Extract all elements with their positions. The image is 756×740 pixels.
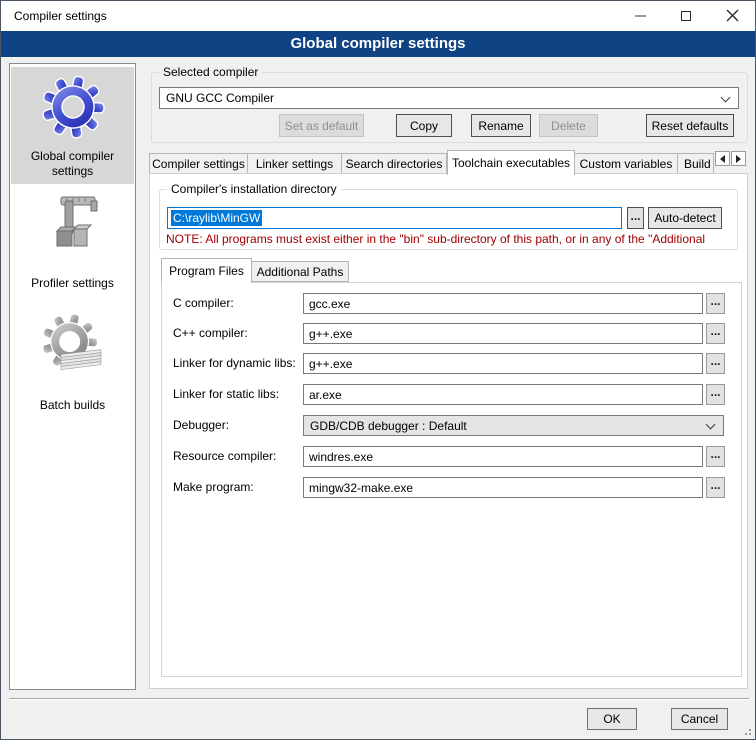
delete-button[interactable]: Delete — [539, 114, 598, 137]
install-dir-browse-button[interactable]: ... — [627, 207, 644, 229]
resource-compiler-value: windres.exe — [309, 450, 373, 464]
make-program-value: mingw32-make.exe — [309, 481, 413, 495]
copy-button[interactable]: Copy — [396, 114, 452, 137]
tab-scroll-left-button[interactable] — [715, 151, 730, 166]
gray-gear-stack-icon — [41, 313, 105, 377]
sidebar-item-profiler-settings[interactable]: Profiler settings — [10, 276, 135, 291]
selected-compiler-group-label: Selected compiler — [159, 65, 262, 79]
maximize-icon — [681, 11, 691, 21]
c-compiler-input[interactable]: gcc.exe — [303, 293, 703, 314]
linker-static-browse-button[interactable]: ... — [706, 384, 725, 405]
maximize-button[interactable] — [663, 1, 709, 30]
c-compiler-label: C compiler: — [173, 296, 234, 310]
tab-toolchain-executables[interactable]: Toolchain executables — [447, 150, 575, 175]
tab-compiler-settings[interactable]: Compiler settings — [149, 153, 248, 174]
bin-subdirectory-note: NOTE: All programs must exist either in … — [166, 232, 742, 246]
installation-directory-group-label: Compiler's installation directory — [167, 182, 341, 196]
tab-build-options[interactable]: Build options — [678, 153, 714, 174]
compiler-select[interactable]: GNU GCC Compiler — [159, 87, 739, 109]
c-compiler-browse-button[interactable]: ... — [706, 293, 725, 314]
linker-dynamic-value: g++.exe — [309, 357, 352, 371]
settings-tabstrip: Compiler settings Linker settings Search… — [149, 151, 746, 174]
linker-static-input[interactable]: ar.exe — [303, 384, 703, 405]
install-dir-input[interactable]: C:\raylib\MinGW — [167, 207, 622, 229]
subtab-program-files[interactable]: Program Files — [161, 258, 252, 283]
compiler-settings-dialog: Compiler settings Global compiler settin… — [0, 0, 756, 740]
debugger-select-value: GDB/CDB debugger : Default — [310, 419, 467, 433]
page-title: Global compiler settings — [1, 31, 755, 57]
cpp-compiler-browse-button[interactable]: ... — [706, 323, 725, 344]
linker-dynamic-label: Linker for dynamic libs: — [173, 356, 296, 370]
tab-custom-variables[interactable]: Custom variables — [575, 153, 678, 174]
resource-compiler-browse-button[interactable]: ... — [706, 446, 725, 467]
rename-button[interactable]: Rename — [471, 114, 531, 137]
make-program-input[interactable]: mingw32-make.exe — [303, 477, 703, 498]
c-compiler-value: gcc.exe — [309, 297, 350, 311]
sidebar-item-batch-builds[interactable]: Batch builds — [10, 398, 135, 413]
cancel-button[interactable]: Cancel — [671, 708, 728, 730]
linker-dynamic-input[interactable]: g++.exe — [303, 353, 703, 374]
close-icon — [726, 9, 739, 22]
resource-compiler-input[interactable]: windres.exe — [303, 446, 703, 467]
tab-scroll-right-button[interactable] — [731, 151, 746, 166]
make-program-browse-button[interactable]: ... — [706, 477, 725, 498]
linker-static-value: ar.exe — [309, 388, 342, 402]
settings-category-list: Global compiler settings — [9, 63, 136, 690]
close-button[interactable] — [709, 1, 755, 30]
compiler-select-value: GNU GCC Compiler — [166, 91, 274, 105]
tab-search-directories[interactable]: Search directories — [342, 153, 447, 174]
chevron-down-icon — [706, 420, 716, 430]
linker-static-label: Linker for static libs: — [173, 387, 279, 401]
linker-dynamic-browse-button[interactable]: ... — [706, 353, 725, 374]
chevron-down-icon — [721, 93, 731, 103]
make-program-label: Make program: — [173, 480, 254, 494]
footer-divider — [9, 698, 749, 700]
minimize-button[interactable] — [617, 1, 663, 30]
minimize-icon — [635, 15, 646, 17]
titlebar[interactable]: Compiler settings — [1, 1, 755, 31]
cpp-compiler-label: C++ compiler: — [173, 326, 248, 340]
tab-linker-settings[interactable]: Linker settings — [248, 153, 342, 174]
cpp-compiler-input[interactable]: g++.exe — [303, 323, 703, 344]
subtab-additional-paths[interactable]: Additional Paths — [252, 261, 349, 282]
left-triangle-icon — [720, 155, 725, 163]
set-as-default-button[interactable]: Set as default — [279, 114, 364, 137]
debugger-select[interactable]: GDB/CDB debugger : Default — [303, 415, 724, 436]
debugger-label: Debugger: — [173, 418, 229, 432]
reset-defaults-button[interactable]: Reset defaults — [646, 114, 734, 137]
resource-compiler-label: Resource compiler: — [173, 449, 276, 463]
caliper-icon — [41, 191, 105, 255]
cpp-compiler-value: g++.exe — [309, 327, 352, 341]
install-dir-selected-text: C:\raylib\MinGW — [171, 210, 262, 226]
auto-detect-button[interactable]: Auto-detect — [648, 207, 722, 229]
paths-subtabstrip: Program Files Additional Paths — [161, 258, 349, 282]
sidebar-item-label: Global compiler settings — [10, 149, 135, 179]
blue-gear-icon — [41, 75, 105, 139]
window-title: Compiler settings — [14, 1, 107, 31]
right-triangle-icon — [736, 155, 741, 163]
ok-button[interactable]: OK — [587, 708, 637, 730]
